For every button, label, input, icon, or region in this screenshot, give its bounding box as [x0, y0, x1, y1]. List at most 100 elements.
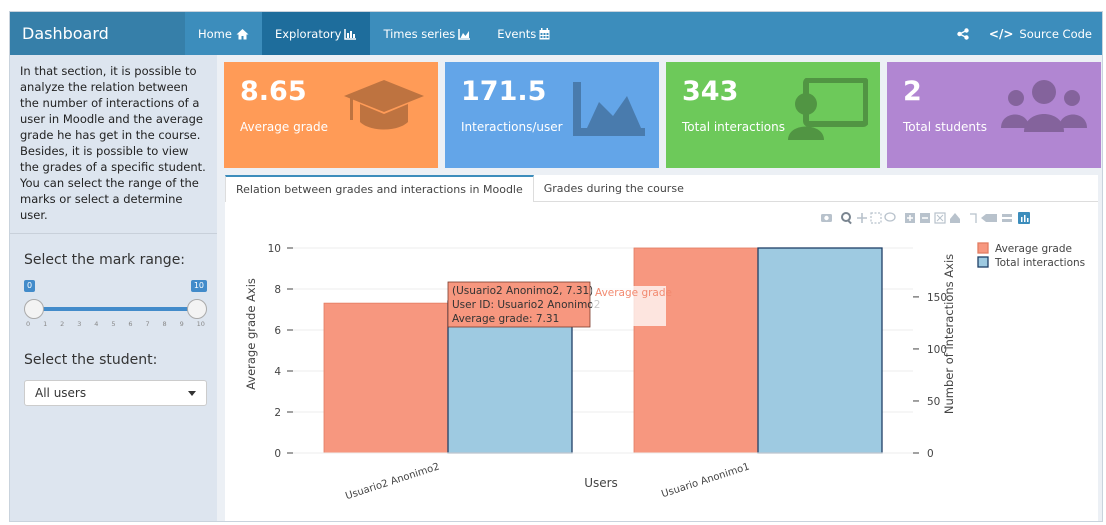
spike-lines-icon[interactable]	[970, 213, 977, 223]
zoom-icon[interactable]	[841, 212, 852, 225]
slider-tick-label: 1	[43, 320, 48, 328]
slider-tick-label: 5	[111, 320, 116, 328]
total-students-value: 2	[903, 76, 922, 107]
value-box-total-students: 2 Total students	[887, 62, 1101, 168]
calendar-icon	[539, 27, 550, 39]
interactions-user-label: Interactions/user	[461, 120, 563, 134]
y-tick-label: 4	[274, 366, 281, 378]
total-interactions-label: Total interactions	[682, 120, 785, 134]
pan-icon[interactable]	[857, 213, 867, 223]
nav-home[interactable]: Home	[185, 12, 262, 55]
total-students-label: Total students	[903, 120, 987, 134]
slider-track[interactable]	[32, 307, 199, 311]
y2-tick-label: 50	[927, 396, 940, 408]
y2-axis-label: Number of interactions Axis	[942, 254, 956, 414]
slider-max-value: 10	[190, 280, 207, 292]
legend-swatch	[977, 256, 989, 268]
slider-tick-label: 9	[179, 320, 184, 328]
area-chart-big-icon	[573, 82, 645, 136]
autoscale-icon[interactable]	[934, 212, 946, 224]
hover-compare-icon[interactable]	[1002, 214, 1012, 222]
bar-average-grade	[323, 302, 449, 454]
zoom-out-icon[interactable]	[920, 213, 930, 223]
value-box-total-interactions: 343 Total interactions	[666, 62, 880, 168]
y-tick-label: 6	[274, 325, 281, 337]
nav-home-label: Home	[198, 26, 232, 41]
zoom-in-icon[interactable]	[905, 213, 915, 223]
tooltip-title: (Usuario2 Anonimo2, 7.31)	[452, 285, 593, 297]
nav-times-series[interactable]: Times series	[370, 12, 484, 55]
chart-legend[interactable]: Average grade Total interactions	[977, 242, 1085, 269]
x-axis-label: Users	[584, 476, 618, 490]
student-select[interactable]: All users	[24, 380, 207, 406]
code-icon: </>	[988, 26, 1014, 41]
slider-min-handle[interactable]	[24, 299, 44, 319]
chart-panel: Relation between grades and interactions…	[225, 175, 1098, 521]
student-label: Select the student:	[24, 352, 158, 368]
x-tick-label: Usuario Anonimo1	[660, 461, 751, 500]
y2-tick-label: 0	[927, 448, 934, 460]
source-code-label: Source Code	[1019, 26, 1092, 41]
app-frame: Dashboard Home Exploratory Times series …	[9, 11, 1103, 522]
area-chart-icon	[458, 28, 471, 40]
mark-range-slider[interactable]: 0 10 0 1 2 3 4 5 6 7 8 9 10	[24, 280, 207, 330]
average-grade-value: 8.65	[240, 76, 307, 107]
x-tick-label: Usuario2 Anonimo2	[344, 461, 441, 502]
plot-modebar	[821, 212, 1030, 225]
teacher-icon	[788, 78, 868, 140]
chart-tooltip: (Usuario2 Anonimo2, 7.31) User ID: Usuar…	[447, 281, 672, 328]
y-tick-label: 10	[268, 243, 281, 255]
interactions-user-value: 171.5	[461, 76, 547, 107]
hover-closest-icon[interactable]	[981, 214, 997, 222]
tooltip-side-label: Average grade	[595, 287, 672, 299]
nav-exploratory-label: Exploratory	[274, 26, 342, 41]
tab-grades-course[interactable]: Grades during the course	[534, 175, 694, 201]
nav-times-series-label: Times series	[383, 26, 456, 41]
y-tick-label: 2	[274, 407, 281, 419]
slider-tick-label: 3	[77, 320, 82, 328]
plotly-logo-icon[interactable]	[1018, 212, 1030, 224]
nav-events-label: Events	[497, 26, 537, 41]
bar-total-interactions	[757, 247, 883, 454]
value-box-interactions-user: 171.5 Interactions/user	[445, 62, 659, 168]
mark-range-label: Select the mark range:	[24, 252, 186, 268]
grades-interactions-chart: 0246810050100150Usuario2 Anonimo2 Usuario…	[244, 212, 1085, 502]
bar-average-grade	[633, 247, 759, 454]
value-box-average-grade: 8.65 Average grade	[224, 62, 438, 168]
reset-axes-icon[interactable]	[950, 213, 960, 223]
y-tick-label: 8	[274, 284, 281, 296]
slider-max-handle[interactable]	[187, 299, 207, 319]
share-button[interactable]	[943, 27, 983, 40]
slider-tick-label: 2	[60, 320, 65, 328]
legend-swatch	[977, 242, 989, 254]
box-select-icon[interactable]	[870, 212, 882, 224]
slider-tick-label: 8	[162, 320, 167, 328]
navbar: Dashboard Home Exploratory Times series …	[10, 12, 1102, 55]
student-select-value: All users	[35, 386, 87, 400]
nav-exploratory[interactable]: Exploratory	[261, 12, 371, 55]
slider-tick-label: 0	[26, 320, 31, 328]
slider-tick-label: 4	[94, 320, 99, 328]
nav-right: </> Source Code	[943, 12, 1102, 55]
lasso-icon[interactable]	[884, 212, 896, 222]
sidebar: In that section, it is possible to analy…	[10, 55, 217, 521]
total-interactions-value: 343	[682, 76, 739, 107]
tooltip-average-grade: Average grade: 7.31	[452, 313, 559, 325]
source-code-link[interactable]: </> Source Code	[983, 27, 1102, 41]
sidebar-intro: In that section, it is possible to analy…	[10, 55, 217, 234]
y-tick-label: 0	[274, 448, 281, 460]
tab-grades-interactions[interactable]: Relation between grades and interactions…	[225, 175, 534, 202]
share-icon	[957, 27, 969, 40]
slider-tick-label: 10	[196, 320, 205, 328]
home-icon	[236, 28, 249, 39]
camera-icon[interactable]	[821, 214, 832, 222]
caret-down-icon	[188, 390, 196, 396]
legend-label: Average grade	[995, 243, 1072, 255]
legend-label: Total interactions	[994, 257, 1085, 269]
slider-tick-label: 6	[128, 320, 133, 328]
slider-tick-label: 7	[145, 320, 150, 328]
nav-events[interactable]: Events	[484, 12, 563, 55]
brand-title[interactable]: Dashboard	[10, 12, 185, 55]
chart-bars	[323, 247, 883, 454]
users-icon	[1001, 80, 1087, 132]
